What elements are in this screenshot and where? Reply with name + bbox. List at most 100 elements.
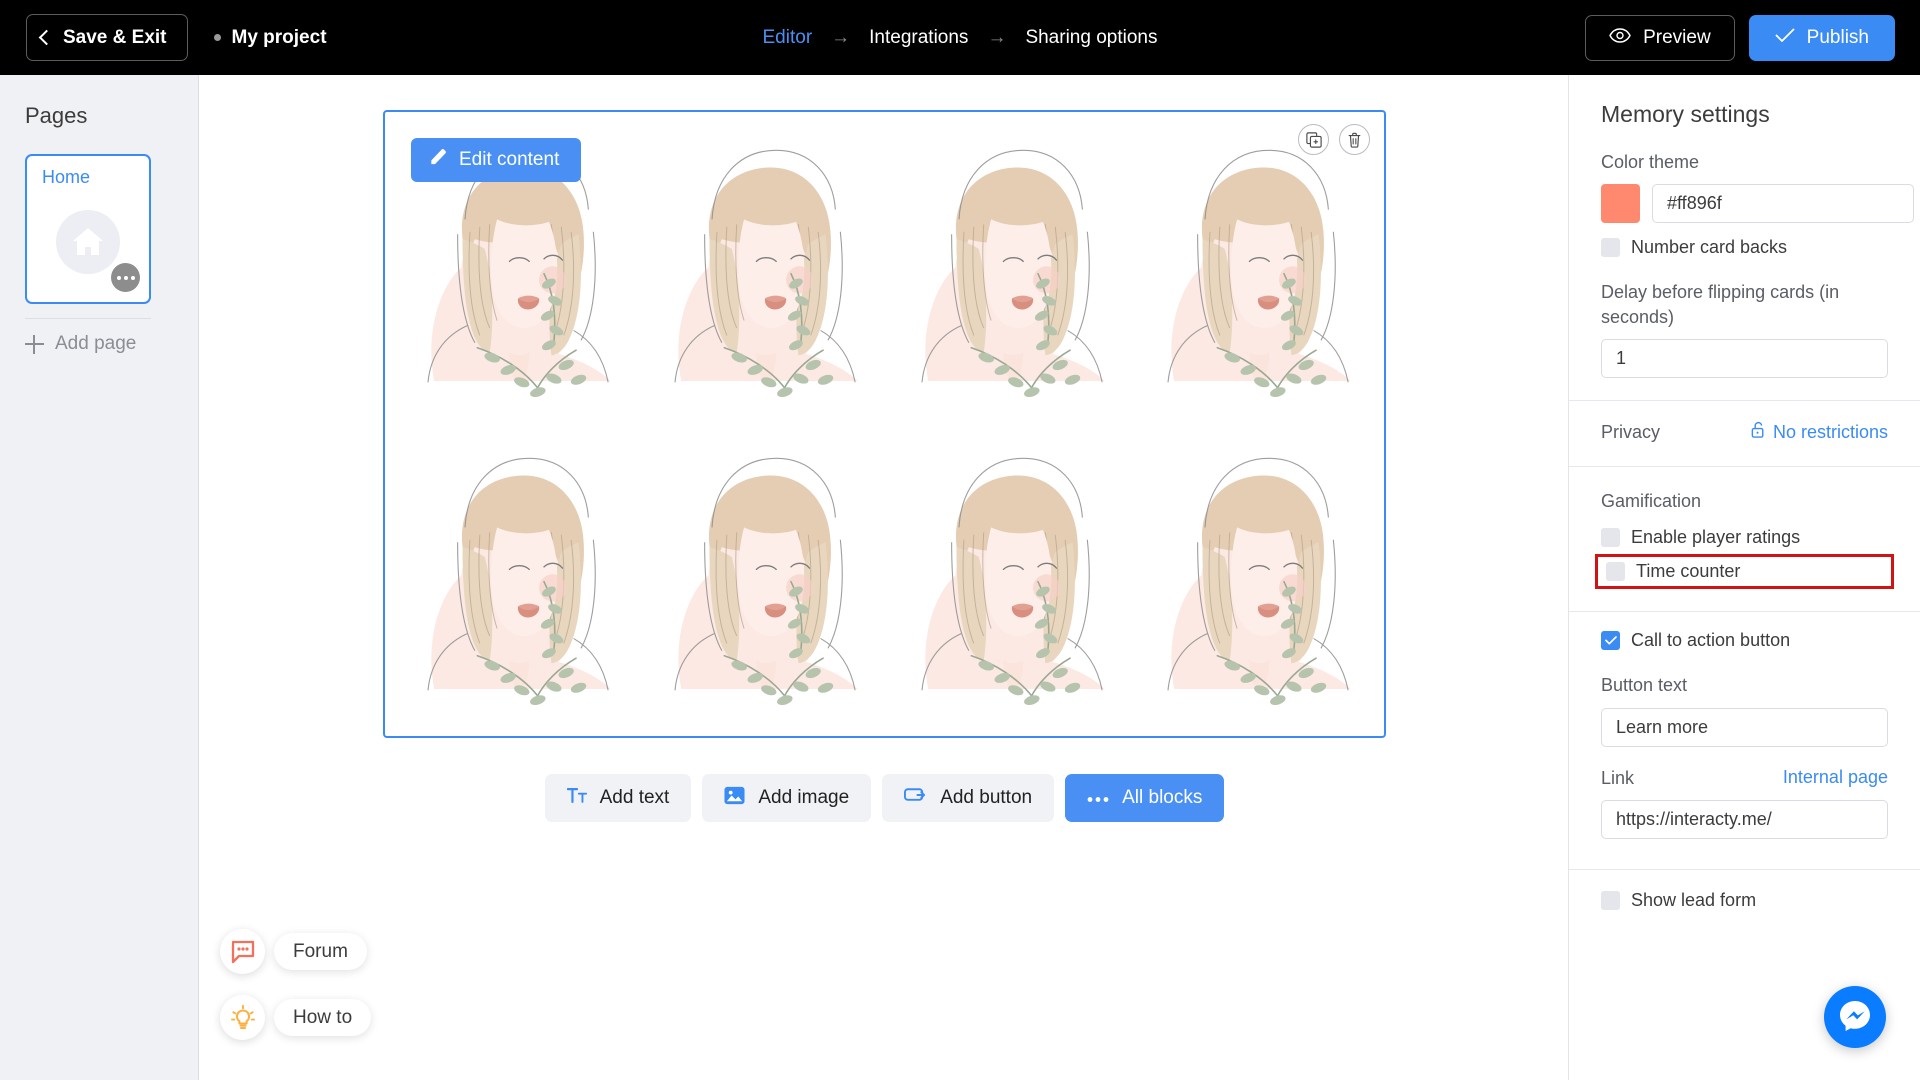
memory-card[interactable] bbox=[638, 424, 885, 732]
sidebar-divider bbox=[25, 318, 151, 319]
color-theme-label: Color theme bbox=[1601, 152, 1700, 172]
publish-label: Publish bbox=[1806, 26, 1869, 48]
all-blocks-label: All blocks bbox=[1122, 787, 1203, 808]
messenger-button[interactable] bbox=[1824, 986, 1886, 1048]
lead-form-section: Show lead form bbox=[1569, 890, 1920, 911]
checkbox-box bbox=[1601, 238, 1620, 258]
woman-illustration bbox=[427, 457, 611, 706]
woman-illustration bbox=[1167, 149, 1351, 398]
page-options-button[interactable] bbox=[111, 263, 140, 292]
image-icon bbox=[724, 785, 745, 812]
how-to-label[interactable]: How to bbox=[274, 999, 372, 1036]
checkbox-box bbox=[1601, 891, 1620, 911]
color-swatch[interactable] bbox=[1601, 184, 1640, 224]
breadcrumb-arrow-icon: → bbox=[987, 26, 1007, 48]
memory-card[interactable] bbox=[638, 116, 885, 424]
checkbox-box bbox=[1601, 631, 1620, 651]
panel-divider bbox=[1569, 466, 1920, 468]
cta-section: Call to action button Button text Link I… bbox=[1569, 630, 1920, 840]
app-root: Save & Exit My project Editor → Integrat… bbox=[0, 0, 1920, 1080]
privacy-section: Privacy No restrictions bbox=[1569, 420, 1920, 444]
breadcrumb-item-sharing-options[interactable]: Sharing options bbox=[1025, 27, 1157, 49]
text-icon bbox=[566, 787, 587, 810]
ellipsis-icon bbox=[1087, 787, 1109, 809]
call-to-action-checkbox[interactable]: Call to action button bbox=[1601, 630, 1888, 651]
memory-card[interactable] bbox=[885, 116, 1132, 424]
top-bar: Save & Exit My project Editor → Integrat… bbox=[0, 0, 1920, 75]
memory-card[interactable] bbox=[885, 424, 1132, 732]
link-input[interactable] bbox=[1601, 800, 1888, 840]
lightbulb-icon bbox=[220, 995, 265, 1040]
enable-player-ratings-label: Enable player ratings bbox=[1631, 527, 1801, 548]
add-button-label: Add button bbox=[940, 787, 1033, 808]
enable-player-ratings-checkbox[interactable]: Enable player ratings bbox=[1601, 527, 1888, 548]
add-image-label: Add image bbox=[758, 787, 850, 808]
pages-title: Pages bbox=[25, 103, 88, 128]
publish-button[interactable]: Publish bbox=[1748, 14, 1895, 61]
eye-icon bbox=[1609, 27, 1631, 49]
link-label: Link bbox=[1601, 767, 1635, 788]
forum-label[interactable]: Forum bbox=[274, 933, 367, 970]
settings-title: Memory settings bbox=[1601, 101, 1770, 127]
breadcrumb-item-editor[interactable]: Editor bbox=[763, 27, 813, 49]
sidebar-item-home[interactable]: Home bbox=[25, 154, 151, 304]
save-and-exit-label: Save & Exit bbox=[63, 26, 167, 48]
ellipsis-dot bbox=[123, 275, 128, 280]
add-page-button[interactable]: Add page bbox=[25, 333, 198, 355]
messenger-icon bbox=[1837, 997, 1873, 1038]
add-block-toolbar: Add text Add image Add button All blocks bbox=[383, 774, 1386, 822]
edit-content-button[interactable]: Edit content bbox=[411, 138, 582, 182]
internal-page-label: Internal page bbox=[1782, 767, 1888, 788]
show-lead-form-checkbox[interactable]: Show lead form bbox=[1601, 890, 1888, 911]
time-counter-label: Time counter bbox=[1636, 561, 1741, 582]
unsaved-dot-icon bbox=[213, 34, 221, 41]
all-blocks-button[interactable]: All blocks bbox=[1065, 774, 1225, 822]
show-lead-form-label: Show lead form bbox=[1631, 890, 1757, 911]
preview-button[interactable]: Preview bbox=[1585, 14, 1735, 61]
button-icon bbox=[904, 786, 927, 810]
how-to-button[interactable]: How to bbox=[220, 995, 372, 1040]
project-name-label: My project bbox=[231, 26, 327, 48]
privacy-value-button[interactable]: No restrictions bbox=[1751, 421, 1888, 443]
breadcrumb-item-integrations[interactable]: Integrations bbox=[869, 27, 968, 49]
link-row: Link Internal page bbox=[1601, 766, 1888, 790]
panel-divider bbox=[1569, 399, 1920, 401]
woman-illustration bbox=[674, 149, 858, 398]
checkbox-box bbox=[1601, 528, 1620, 548]
pencil-icon bbox=[428, 148, 447, 173]
add-button-button[interactable]: Add button bbox=[882, 774, 1055, 822]
time-counter-checkbox[interactable]: Time counter bbox=[1595, 554, 1894, 590]
add-image-button[interactable]: Add image bbox=[702, 774, 872, 822]
delete-icon[interactable] bbox=[1339, 124, 1370, 155]
duplicate-icon[interactable] bbox=[1298, 124, 1329, 155]
home-icon bbox=[56, 210, 120, 274]
pages-sidebar: Pages Home Add page bbox=[0, 75, 199, 1080]
ellipsis-dot bbox=[116, 275, 121, 280]
woman-illustration bbox=[1167, 457, 1351, 706]
project-name[interactable]: My project bbox=[213, 26, 327, 49]
color-hex-input[interactable] bbox=[1652, 184, 1914, 224]
number-card-backs-checkbox[interactable]: Number card backs bbox=[1601, 237, 1888, 258]
forum-button[interactable]: Forum bbox=[220, 929, 371, 974]
memory-card[interactable] bbox=[391, 424, 638, 732]
breadcrumb: Editor → Integrations → Sharing options bbox=[763, 27, 1158, 49]
delay-input[interactable] bbox=[1601, 338, 1888, 378]
privacy-label: Privacy bbox=[1601, 421, 1661, 442]
checkbox-box bbox=[1606, 562, 1625, 582]
save-and-exit-button[interactable]: Save & Exit bbox=[26, 14, 188, 61]
add-text-button[interactable]: Add text bbox=[544, 774, 692, 822]
gamification-label: Gamification bbox=[1601, 491, 1702, 512]
block-toolbar bbox=[1298, 124, 1370, 155]
add-page-label: Add page bbox=[55, 333, 137, 354]
privacy-row: Privacy No restrictions bbox=[1601, 420, 1888, 444]
chevron-left-icon bbox=[38, 29, 55, 46]
memory-card[interactable] bbox=[1131, 116, 1378, 424]
unlock-icon bbox=[1751, 421, 1766, 443]
color-theme-section: Color theme Number card backs Delay befo… bbox=[1569, 150, 1920, 378]
memory-card[interactable] bbox=[1131, 424, 1378, 732]
add-text-label: Add text bbox=[599, 787, 670, 808]
button-text-input[interactable] bbox=[1601, 707, 1888, 747]
delay-label: Delay before flipping cards (in seconds) bbox=[1601, 282, 1840, 327]
internal-page-button[interactable]: Internal page bbox=[1783, 767, 1888, 788]
memory-game-block[interactable]: Edit content bbox=[383, 110, 1386, 738]
